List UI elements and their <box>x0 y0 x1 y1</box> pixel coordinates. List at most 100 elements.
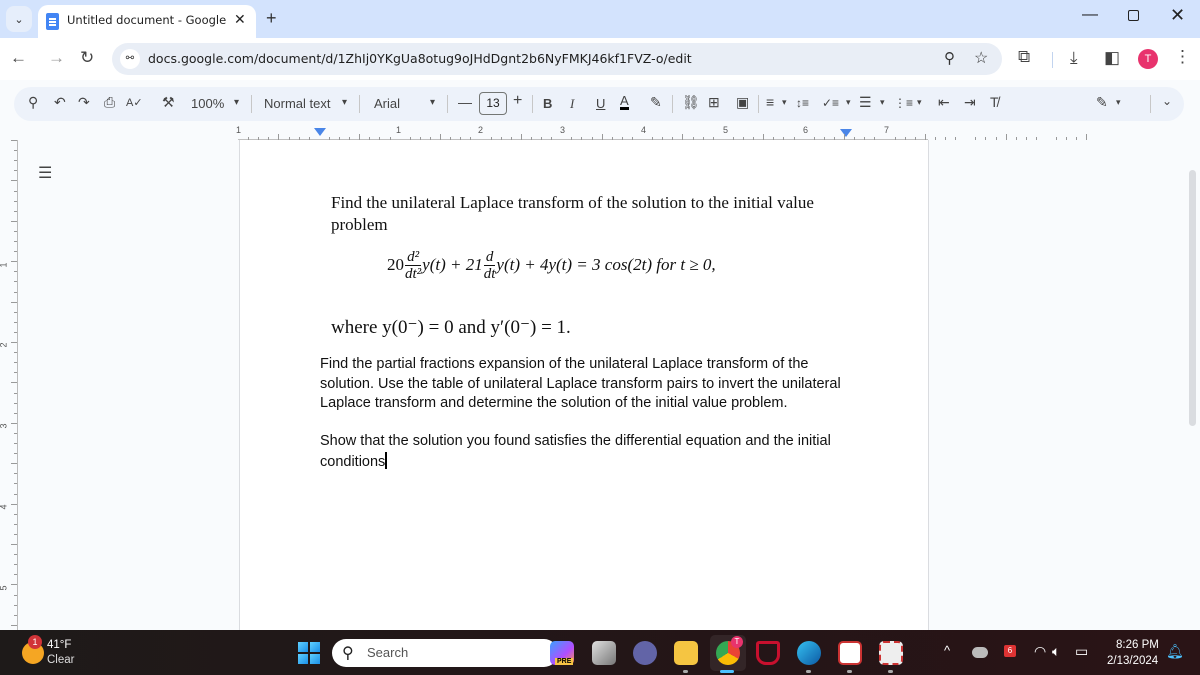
reload-button[interactable]: ↻ <box>80 48 94 68</box>
ruler-tick <box>11 342 17 343</box>
align-icon[interactable]: ≡ <box>766 94 774 110</box>
weather-condition[interactable]: Clear <box>47 654 74 666</box>
mcafee-icon[interactable] <box>756 641 780 665</box>
ruler-tick <box>11 180 17 182</box>
edge-icon[interactable] <box>797 641 821 665</box>
print-icon[interactable]: ⎙ <box>104 94 115 111</box>
ruler-tick <box>1056 137 1058 140</box>
search-menus-icon[interactable]: ⚲ <box>28 94 38 111</box>
new-tab-button[interactable]: + <box>266 8 277 29</box>
font-select[interactable]: Arial <box>374 96 400 111</box>
teams-icon[interactable] <box>633 641 657 665</box>
close-window-button[interactable]: ✕ <box>1170 5 1185 26</box>
ruler-tick <box>11 301 17 303</box>
right-indent-marker[interactable] <box>840 129 852 137</box>
underline-button[interactable]: U <box>596 96 605 111</box>
chrome-profile-badge: T <box>731 636 743 648</box>
notification-bell-icon[interactable]: 🔔︎ <box>1166 643 1184 660</box>
downloads-icon[interactable]: ⤓ <box>1070 48 1078 68</box>
weather-temperature[interactable]: 41°F <box>47 639 71 651</box>
clear-formatting-icon[interactable]: T̸ <box>990 94 999 110</box>
ruler-tick <box>14 251 17 253</box>
ruler-tick <box>975 137 977 140</box>
site-info-icon[interactable]: ⚯ <box>120 49 140 69</box>
start-button[interactable] <box>298 642 320 664</box>
redo-icon[interactable]: ↷ <box>78 94 90 111</box>
ruler-number: 2 <box>478 125 484 135</box>
undo-icon[interactable]: ↶ <box>54 94 66 111</box>
url-text[interactable]: docs.google.com/document/d/1ZhIj0YKgUa8o… <box>148 51 692 66</box>
bold-button[interactable]: B <box>543 96 552 111</box>
back-button[interactable]: ← <box>10 48 27 68</box>
vertical-ruler[interactable]: 1 2 3 4 5 <box>0 140 18 630</box>
ruler-tick <box>14 190 17 192</box>
vertical-scrollbar[interactable] <box>1189 170 1196 426</box>
italic-button[interactable]: I <box>570 96 574 112</box>
kingsoft-icon[interactable] <box>838 641 862 665</box>
horizontal-ruler[interactable]: 1 1 2 3 4 5 6 7 <box>236 124 1088 140</box>
extensions-icon[interactable]: ⧉ <box>1018 47 1030 67</box>
zoom-icon[interactable]: ⚲ <box>944 49 955 67</box>
running-indicator <box>806 670 811 673</box>
add-comment-icon[interactable]: ⊞ <box>708 94 720 111</box>
increase-indent-icon[interactable]: ⇥ <box>964 94 976 111</box>
ruler-tick <box>11 624 17 626</box>
browser-tab-active[interactable]: Untitled document - Google Do ✕ <box>38 5 256 38</box>
text-cursor <box>385 451 387 469</box>
editing-mode-icon[interactable]: ✎ <box>1096 94 1108 111</box>
checklist-icon[interactable]: ✓≡ <box>822 96 839 110</box>
tab-search-button[interactable]: ⌄ <box>6 6 32 32</box>
left-indent-marker[interactable] <box>314 128 326 136</box>
zoom-select[interactable]: 100% <box>191 96 224 111</box>
battery-icon[interactable]: ▭ <box>1075 643 1088 660</box>
document-outline-icon[interactable]: ☰ <box>38 163 52 183</box>
ruler-tick <box>14 311 17 313</box>
decrease-indent-icon[interactable]: ⇤ <box>938 94 950 111</box>
paragraph-style-select[interactable]: Normal text <box>264 96 330 111</box>
snipping-tool-icon[interactable] <box>879 641 903 665</box>
profile-avatar[interactable]: T <box>1138 49 1158 69</box>
ruler-tick <box>1025 137 1027 140</box>
insert-link-icon[interactable]: ⛓ <box>682 94 700 111</box>
ruler-tick <box>1086 134 1088 140</box>
divider <box>447 95 448 113</box>
forward-button[interactable]: → <box>48 48 65 68</box>
text-color-button[interactable]: A <box>620 94 629 110</box>
minimize-button[interactable]: — <box>1082 6 1098 24</box>
paint-format-icon[interactable]: ⚒ <box>162 94 175 111</box>
highlight-color-icon[interactable]: ✎ <box>650 94 662 111</box>
clock-time[interactable]: 8:26 PM <box>1116 639 1159 651</box>
file-explorer-icon[interactable] <box>674 641 698 665</box>
clock-date[interactable]: 2/13/2024 <box>1107 655 1158 667</box>
line-spacing-icon[interactable]: ↕≡ <box>796 96 809 110</box>
chevron-down-icon: ▾ <box>880 97 885 107</box>
ruler-number: 6 <box>803 125 809 135</box>
app-tray-badge-icon[interactable]: 6 <box>1004 645 1016 657</box>
ruler-tick <box>14 241 17 242</box>
decrease-font-size-button[interactable]: — <box>458 94 472 110</box>
spellcheck-icon[interactable]: A✓ <box>126 96 143 109</box>
wifi-icon[interactable]: ◠ <box>1034 643 1046 660</box>
close-tab-icon[interactable]: ✕ <box>234 11 246 28</box>
hide-menus-button[interactable]: ⌄ <box>1162 94 1172 108</box>
ruler-tick <box>985 137 987 140</box>
ruler-tick <box>1035 137 1037 140</box>
side-panel-icon[interactable]: ◧ <box>1104 48 1120 68</box>
insert-image-icon[interactable]: ▣ <box>736 94 749 111</box>
show-hidden-icons-chevron[interactable]: ^ <box>944 643 950 658</box>
ruler-number: 2 <box>0 342 9 347</box>
font-size-input[interactable]: 13 <box>479 92 507 115</box>
ruler-tick <box>14 604 17 606</box>
onedrive-icon[interactable] <box>972 647 988 658</box>
volume-icon[interactable]: 🔈︎ <box>1052 643 1060 660</box>
increase-font-size-button[interactable]: + <box>513 92 522 110</box>
numbered-list-icon[interactable]: ⋮≡ <box>894 96 913 110</box>
weather-badge: 1 <box>28 635 42 649</box>
bookmark-star-icon[interactable]: ☆ <box>974 48 988 68</box>
browser-menu-icon[interactable]: ⋮ <box>1174 47 1191 67</box>
taskbar-search[interactable]: ⚲ Search <box>332 639 558 667</box>
address-bar[interactable]: ⚯ docs.google.com/document/d/1ZhIj0YKgUa… <box>112 43 1002 75</box>
restore-button[interactable] <box>1128 10 1139 21</box>
bulleted-list-icon[interactable]: ☰ <box>859 94 872 111</box>
task-view-icon[interactable] <box>592 641 616 665</box>
